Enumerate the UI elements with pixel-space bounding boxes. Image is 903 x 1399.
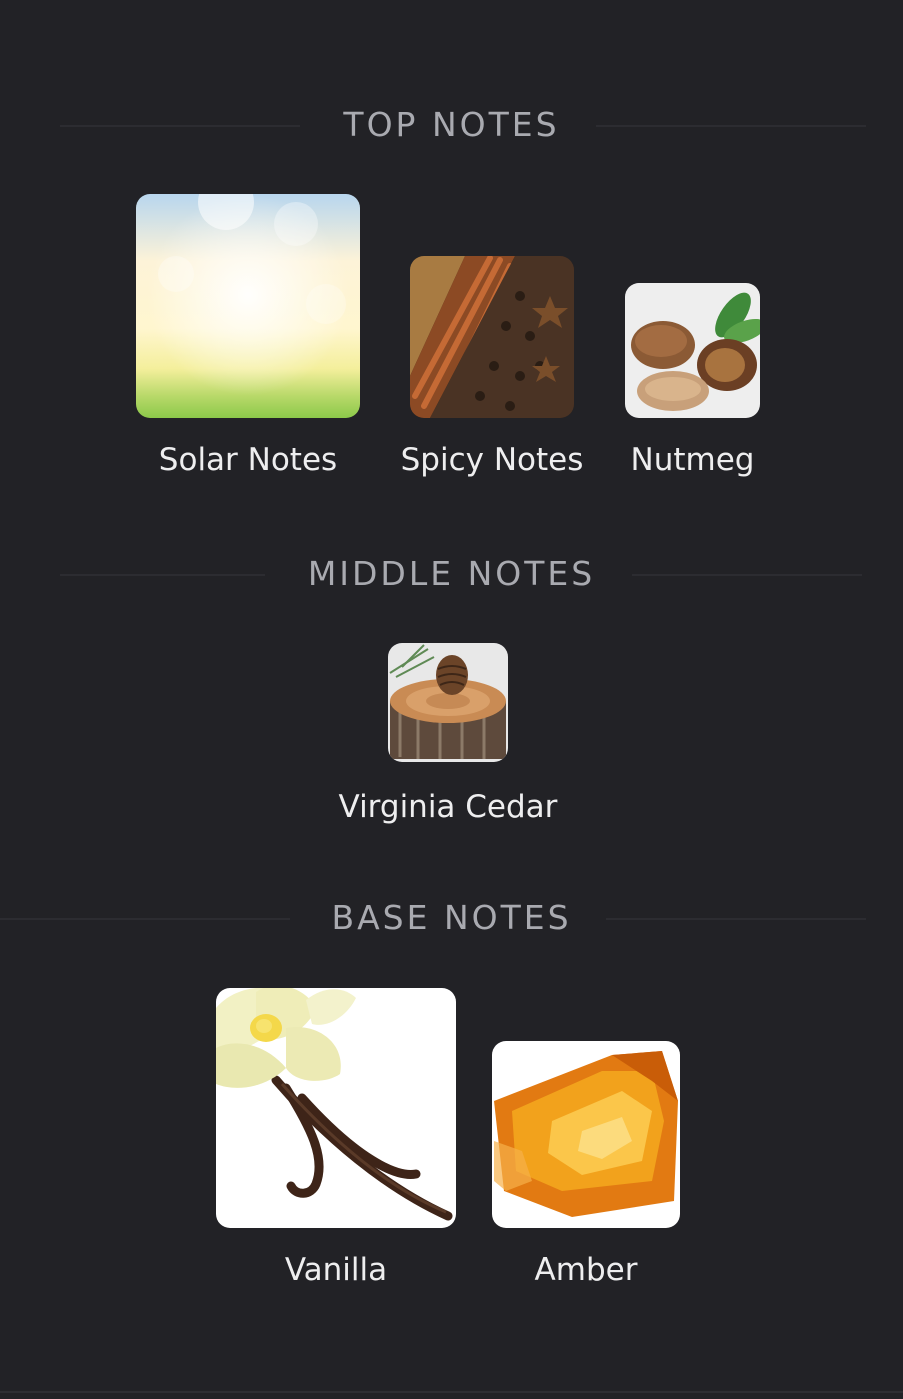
bottom-divider: [0, 1391, 903, 1393]
note-label: Nutmeg: [630, 442, 755, 478]
spicy-notes-image: [410, 256, 574, 418]
note-virginia-cedar[interactable]: Virginia Cedar: [339, 643, 557, 825]
section-title: MIDDLE NOTES: [307, 554, 596, 593]
note-vanilla[interactable]: Vanilla: [216, 988, 456, 1288]
middle-notes-header: MIDDLE NOTES: [0, 544, 903, 604]
nutmeg-image: [625, 283, 760, 418]
base-notes-header: BASE NOTES: [0, 888, 903, 948]
amber-image: [492, 1041, 680, 1228]
section-title: TOP NOTES: [343, 105, 560, 144]
note-label: Virginia Cedar: [338, 789, 558, 825]
note-nutmeg[interactable]: Nutmeg: [625, 283, 760, 478]
note-label: Amber: [534, 1252, 638, 1288]
solar-notes-image: [136, 194, 360, 418]
section-title: BASE NOTES: [331, 898, 572, 937]
note-solar-notes[interactable]: Solar Notes: [136, 194, 360, 478]
top-notes-header: TOP NOTES: [0, 95, 903, 155]
virginia-cedar-image: [388, 643, 508, 762]
note-amber[interactable]: Amber: [492, 1041, 680, 1288]
note-spicy-notes[interactable]: Spicy Notes: [401, 256, 583, 478]
fragrance-notes-pyramid: TOP NOTES Solar Notes Spicy Notes Nutmeg…: [0, 0, 903, 1399]
vanilla-image: [216, 988, 456, 1228]
